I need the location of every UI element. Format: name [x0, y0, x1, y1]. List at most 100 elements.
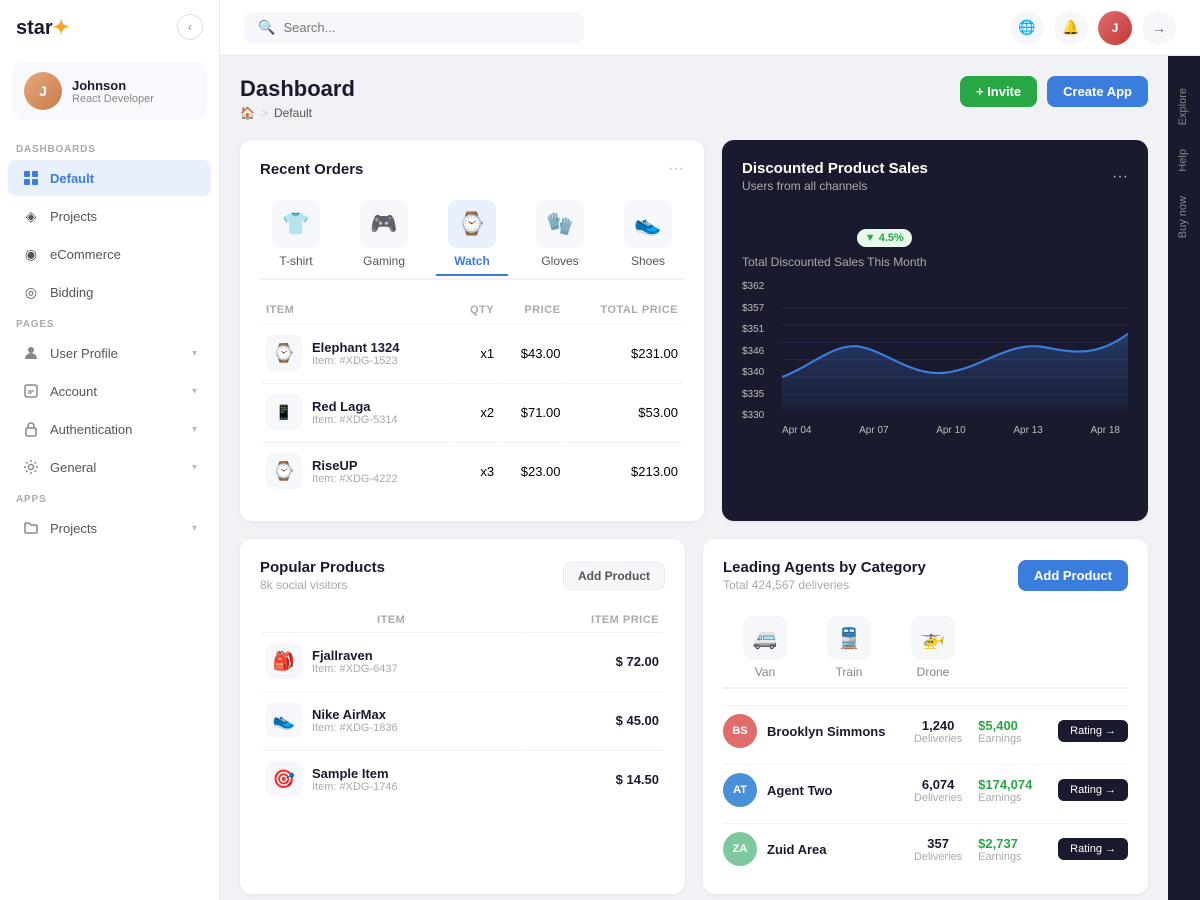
sidebar-item-default[interactable]: Default	[8, 160, 211, 196]
tab-gloves[interactable]: 🧤 Gloves	[524, 194, 596, 276]
item-cell: 📱 Red Laga Item: #XDG-5314	[262, 383, 453, 440]
grid-icon	[22, 169, 40, 187]
main-area: 🔍 🌐 🔔 J → Dashboard 🏠 > Default	[220, 0, 1200, 900]
tab-tshirt[interactable]: 👕 T-shirt	[260, 194, 332, 276]
agent-name: Zuid Area	[767, 842, 898, 857]
notification-icon[interactable]: 🔔	[1054, 11, 1088, 45]
col-total: TOTAL PRICE	[567, 298, 683, 322]
product-details: Nike AirMax Item: #XDG-1836	[312, 707, 398, 734]
arrow-right-icon[interactable]: →	[1142, 11, 1176, 45]
item-sku: Item: #XDG-1523	[312, 355, 399, 367]
tab-drone[interactable]: 🚁 Drone	[891, 608, 975, 689]
tab-shoes[interactable]: 👟 Shoes	[612, 194, 684, 276]
tab-tshirt-label: T-shirt	[279, 254, 312, 268]
agent-earnings: $5,400 Earnings	[978, 718, 1048, 745]
tab-gaming[interactable]: 🎮 Gaming	[348, 194, 420, 276]
sales-badge: ▼ 4.5%	[857, 229, 912, 247]
agent-avatar: BS	[723, 714, 757, 748]
agent-deliveries: 357 Deliveries	[908, 836, 968, 863]
buy-now-tab[interactable]: Buy now	[1171, 184, 1197, 250]
invite-button[interactable]: + Invite	[960, 76, 1037, 107]
help-tab[interactable]: Help	[1171, 137, 1197, 184]
item-name: Red Laga	[312, 399, 398, 414]
table-row: 👟 Nike AirMax Item: #XDG-1836 $ 45.00	[262, 691, 663, 748]
sidebar-item-user-profile[interactable]: User Profile ▾	[8, 335, 211, 371]
profile-icon	[22, 344, 40, 362]
y-label-1: $362	[742, 281, 774, 292]
lock-icon	[22, 420, 40, 438]
more-menu-icon[interactable]: ···	[1112, 168, 1128, 186]
col-price: ITEM PRICE	[522, 610, 663, 630]
tab-train[interactable]: 🚆 Train	[807, 608, 891, 689]
deliveries-count: 6,074	[908, 777, 968, 792]
item-name: RiseUP	[312, 458, 398, 473]
search-wrap: 🔍	[244, 12, 584, 43]
agent-info: Brooklyn Simmons	[767, 724, 898, 739]
chart-wrap: $362 $357 $351 $346 $340 $335 $330	[742, 281, 1128, 441]
leading-agents-card: Leading Agents by Category Total 424,567…	[703, 539, 1148, 894]
product-tabs: 👕 T-shirt 🎮 Gaming ⌚ Watch 🧤	[260, 194, 684, 280]
more-menu-icon[interactable]: ···	[668, 160, 684, 178]
user-avatar-topbar[interactable]: J	[1098, 11, 1132, 45]
leading-agents-header: Leading Agents by Category Total 424,567…	[723, 559, 1128, 592]
account-icon	[22, 382, 40, 400]
user-info: Johnson React Developer	[72, 78, 154, 105]
col-item: ITEM	[262, 298, 453, 322]
page-header: Dashboard 🏠 > Default + Invite Create Ap…	[240, 76, 1148, 120]
sales-amount: $ 3,706 ▼ 4.5%	[742, 209, 1128, 251]
train-icon: 🚆	[827, 616, 871, 660]
sidebar-logo-area: star✦ ‹	[0, 0, 219, 54]
table-row: 🎯 Sample Item Item: #XDG-1746 $ 14.50	[262, 750, 663, 807]
tab-van-label: Van	[755, 665, 775, 679]
chevron-down-icon: ▾	[192, 386, 197, 397]
product-sku: Item: #XDG-1836	[312, 722, 398, 734]
sidebar-item-bidding[interactable]: ◎ Bidding	[8, 274, 211, 310]
sidebar-item-projects[interactable]: ◈ Projects	[8, 198, 211, 234]
tab-gaming-label: Gaming	[363, 254, 405, 268]
product-name: Fjallraven	[312, 648, 398, 663]
table-row: ⌚ Elephant 1324 Item: #XDG-1523 x1 $43.0…	[262, 324, 682, 381]
x-label-3: Apr 10	[936, 425, 965, 436]
item-cell: ⌚ RiseUP Item: #XDG-4222	[262, 442, 453, 499]
breadcrumb-current: Default	[274, 106, 312, 120]
rating-button[interactable]: Rating →	[1058, 779, 1128, 801]
add-product-agents-button[interactable]: Add Product	[1018, 560, 1128, 591]
tab-train-label: Train	[836, 665, 863, 679]
chevron-down-icon: ▾	[192, 462, 197, 473]
popular-products-title-wrap: Popular Products 8k social visitors	[260, 559, 385, 592]
tab-van[interactable]: 🚐 Van	[723, 608, 807, 689]
agent-earnings: $174,074 Earnings	[978, 777, 1048, 804]
search-input[interactable]	[283, 20, 570, 35]
earnings-value: $174,074	[978, 777, 1048, 792]
leading-agents-title: Leading Agents by Category	[723, 559, 926, 576]
sidebar-item-projects-app[interactable]: Projects ▾	[8, 510, 211, 546]
explore-tab[interactable]: Explore	[1171, 76, 1197, 137]
earnings-value: $5,400	[978, 718, 1048, 733]
sidebar-collapse-button[interactable]: ‹	[177, 14, 203, 40]
tab-watch[interactable]: ⌚ Watch	[436, 194, 508, 276]
sidebar-item-account[interactable]: Account ▾	[8, 373, 211, 409]
earnings-value: $2,737	[978, 836, 1048, 851]
line-chart-svg	[782, 281, 1128, 421]
topbar: 🔍 🌐 🔔 J →	[220, 0, 1200, 56]
item-details: RiseUP Item: #XDG-4222	[312, 458, 398, 485]
globe-icon[interactable]: 🌐	[1010, 11, 1044, 45]
sales-description: Total Discounted Sales This Month	[742, 255, 1128, 269]
create-app-button[interactable]: Create App	[1047, 76, 1148, 107]
list-item: AT Agent Two 6,074 Deliveries $174,074 E…	[723, 764, 1128, 815]
add-product-button[interactable]: Add Product	[563, 562, 665, 590]
x-label-2: Apr 07	[859, 425, 888, 436]
tab-shoes-label: Shoes	[631, 254, 665, 268]
deliveries-count: 1,240	[908, 718, 968, 733]
sidebar-item-label: Bidding	[50, 285, 93, 300]
sidebar-item-ecommerce[interactable]: ◉ eCommerce	[8, 236, 211, 272]
agent-earnings: $2,737 Earnings	[978, 836, 1048, 863]
product-details: Fjallraven Item: #XDG-6437	[312, 648, 398, 675]
rating-button[interactable]: Rating →	[1058, 838, 1128, 860]
sidebar-item-general[interactable]: General ▾	[8, 449, 211, 485]
sales-number: 3,706	[754, 209, 844, 250]
rating-button[interactable]: Rating →	[1058, 720, 1128, 742]
sidebar-item-authentication[interactable]: Authentication ▾	[8, 411, 211, 447]
item-details: Elephant 1324 Item: #XDG-1523	[312, 340, 399, 367]
recent-orders-header: Recent Orders ···	[260, 160, 684, 178]
